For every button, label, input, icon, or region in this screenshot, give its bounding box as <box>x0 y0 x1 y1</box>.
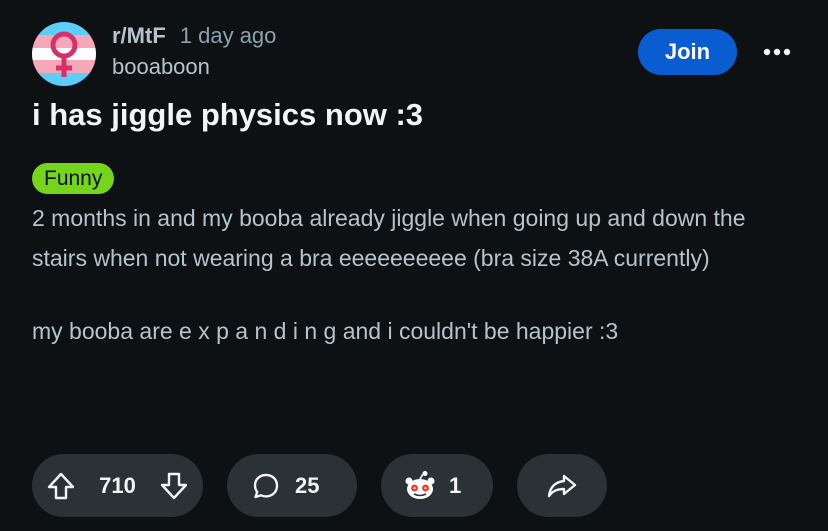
comment-bubble-icon <box>251 471 281 501</box>
vote-count: 710 <box>99 472 136 498</box>
trans-flag-icon <box>32 22 96 86</box>
award-button[interactable]: 1 <box>381 454 493 517</box>
award-count: 1 <box>449 472 462 498</box>
post-meta: r/MtF 1 day ago <box>112 20 276 52</box>
post-body[interactable]: 2 months in and my booba already jiggle … <box>32 198 802 351</box>
subreddit-name[interactable]: r/MtF <box>112 23 166 49</box>
share-button[interactable] <box>517 454 607 517</box>
post-body-paragraph: 2 months in and my booba already jiggle … <box>32 205 746 271</box>
post-title[interactable]: i has jiggle physics now :3 <box>32 92 792 138</box>
author-name[interactable]: booaboon <box>112 54 210 80</box>
downvote-button[interactable] <box>159 471 189 501</box>
more-horizontal-icon <box>763 48 791 56</box>
post-action-bar: 710 25 1 <box>32 454 607 517</box>
subreddit-avatar[interactable] <box>32 22 96 86</box>
post-flair[interactable]: Funny <box>32 163 115 194</box>
upvote-button[interactable] <box>46 471 76 501</box>
share-arrow-icon <box>546 471 578 501</box>
post-time: 1 day ago <box>179 23 277 48</box>
downvote-arrow-icon <box>160 472 188 499</box>
award-snoo-icon <box>403 470 437 502</box>
join-button[interactable]: Join <box>638 29 737 75</box>
comments-button[interactable]: 25 <box>227 454 357 517</box>
more-options-button[interactable] <box>752 35 802 69</box>
vote-control: 710 <box>32 454 203 517</box>
post-body-paragraph: my booba are e x p a n d i n g and i cou… <box>32 318 619 344</box>
comment-count: 25 <box>295 472 320 498</box>
upvote-arrow-icon <box>47 472 75 499</box>
